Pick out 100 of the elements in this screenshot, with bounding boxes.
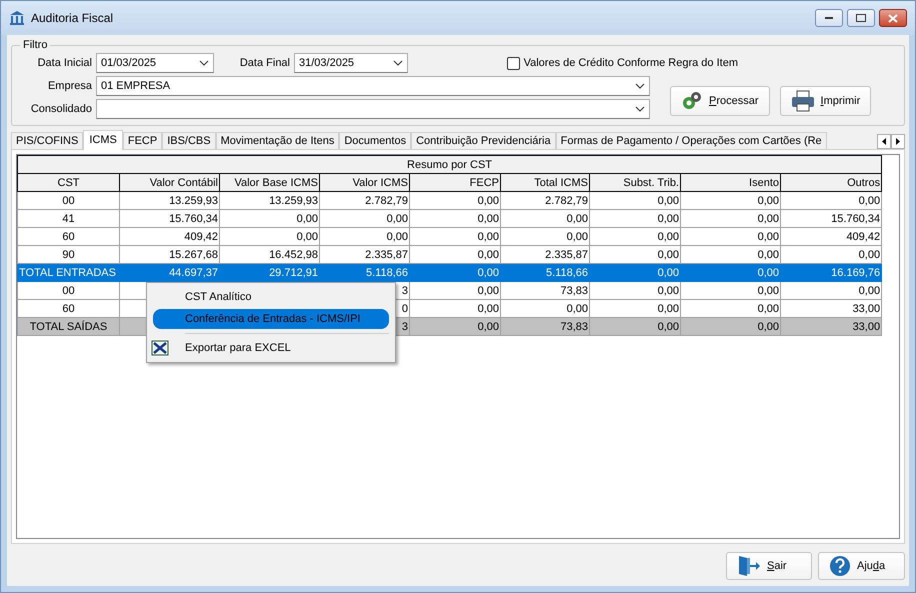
table-cell: 44.697,37 (120, 264, 220, 282)
table-cell: 0,00 (410, 318, 500, 336)
table-cell: 29.712,91 (220, 264, 320, 282)
column-header: FECP (410, 174, 500, 192)
right-arrow-icon (896, 138, 900, 145)
table-cell: 15.267,68 (120, 246, 220, 264)
table-cell: 33,00 (780, 300, 882, 318)
table-cell: 0,00 (320, 228, 410, 246)
tab[interactable]: Documentos (339, 132, 412, 149)
column-header: Outros (780, 174, 882, 192)
table-cell: TOTAL SAÍDAS (18, 318, 120, 336)
maximize-button[interactable] (847, 9, 875, 27)
credit-checkbox[interactable]: Valores de Crédito Conforme Regra do Item (506, 56, 738, 70)
table-cell: 16.452,98 (220, 246, 320, 264)
tab[interactable]: PIS/COFINS (11, 132, 84, 149)
table-cell: 0,00 (410, 246, 500, 264)
table-cell: 0,00 (680, 210, 780, 228)
menu-item[interactable]: Conferência de Entradas - ICMS/IPI (153, 309, 389, 329)
column-header: Total ICMS (500, 174, 590, 192)
table-cell: 0,00 (410, 300, 500, 318)
building-icon (9, 10, 25, 26)
table-cell: 0,00 (220, 228, 320, 246)
maximize-icon (856, 14, 866, 22)
field-label: Empresa (46, 80, 92, 92)
dropdown-caret-icon (635, 83, 645, 89)
table-cell: 5.118,66 (320, 264, 410, 282)
minimize-button[interactable] (815, 9, 843, 27)
tab[interactable]: Formas de Pagamento / Operações com Cartões (Re (556, 132, 827, 149)
scroll-right-button[interactable] (891, 134, 905, 149)
tab[interactable]: Movimentação de Itens (216, 132, 340, 149)
dropdown-caret-icon (635, 106, 645, 112)
date-field[interactable]: 31/03/2025 (294, 53, 408, 73)
tab[interactable]: IBS/CBS (162, 132, 216, 149)
table-cell: 0,00 (780, 246, 882, 264)
tab[interactable]: ICMS (83, 130, 123, 150)
tab[interactable]: Contribuição Previdenciária (411, 132, 556, 149)
column-header: Subst. Trib. (590, 174, 680, 192)
table-cell: 60 (18, 300, 120, 318)
table-cell: 409,42 (120, 228, 220, 246)
table-cell: 0,00 (500, 210, 590, 228)
table-cell: 00 (18, 282, 120, 300)
menu-item[interactable]: Exportar para EXCEL (153, 338, 389, 358)
table-cell: 33,00 (780, 318, 882, 336)
dropdown-caret-icon (199, 60, 209, 66)
window-title: Auditoria Fiscal (31, 11, 114, 25)
column-header: Isento (680, 174, 780, 192)
exit-door-icon (737, 555, 761, 577)
footer-button[interactable]: Sair (726, 552, 812, 580)
table-cell: 0,00 (680, 318, 780, 336)
help-icon (829, 555, 851, 577)
date-field[interactable]: 01/03/2025 (96, 53, 214, 73)
table-cell: 16.169,76 (780, 264, 882, 282)
table-cell: 0,00 (500, 300, 590, 318)
table-cell: 13.259,93 (120, 192, 220, 210)
table-cell: 60 (18, 228, 120, 246)
footer-button[interactable]: Ajuda (818, 552, 905, 580)
action-button[interactable]: Processar (670, 86, 770, 116)
table-cell: 0,00 (780, 282, 882, 300)
company-field[interactable]: 01 EMPRESA (96, 76, 650, 96)
close-icon (888, 14, 898, 22)
table-cell: 2.335,87 (320, 246, 410, 264)
field-label: Consolidado (30, 103, 92, 115)
table-cell: 0,00 (680, 264, 780, 282)
action-button[interactable]: Imprimir (780, 86, 872, 116)
minimize-icon (825, 17, 833, 19)
column-header: CST (18, 174, 120, 192)
dropdown-caret-icon (393, 60, 403, 66)
table-cell: 0,00 (220, 210, 320, 228)
table-cell: 0,00 (590, 246, 680, 264)
table-cell: 0,00 (680, 246, 780, 264)
column-header: Valor Base ICMS (220, 174, 320, 192)
consolidated-field[interactable] (96, 99, 650, 119)
table-cell: 0,00 (590, 282, 680, 300)
table-cell: 0,00 (780, 192, 882, 210)
printer-icon (790, 90, 815, 112)
table-cell: 0,00 (680, 282, 780, 300)
table-title: Resumo por CST (18, 156, 882, 174)
table-cell: 0,00 (590, 192, 680, 210)
table-cell: 0,00 (410, 282, 500, 300)
table-cell: 0,00 (590, 264, 680, 282)
spreadsheet-icon (151, 340, 169, 356)
table-cell: 2.782,79 (320, 192, 410, 210)
tab[interactable]: FECP (122, 132, 162, 149)
table-cell: 0,00 (590, 228, 680, 246)
table-cell: 0,00 (680, 228, 780, 246)
table-cell: 00 (18, 192, 120, 210)
table-cell: 0,00 (500, 228, 590, 246)
scroll-left-button[interactable] (877, 134, 891, 149)
group-title: Filtro (22, 39, 48, 51)
table-cell: 0,00 (590, 318, 680, 336)
table-cell: 0,00 (410, 192, 500, 210)
table-cell: 0,00 (410, 210, 500, 228)
table-cell: 409,42 (780, 228, 882, 246)
table-cell: 0,00 (590, 300, 680, 318)
table-cell: 0,00 (410, 228, 500, 246)
table-cell: 41 (18, 210, 120, 228)
table-cell: TOTAL ENTRADAS (18, 264, 120, 282)
close-button[interactable] (879, 9, 907, 27)
table-cell: 13.259,93 (220, 192, 320, 210)
field-label: Data Inicial (36, 57, 92, 69)
